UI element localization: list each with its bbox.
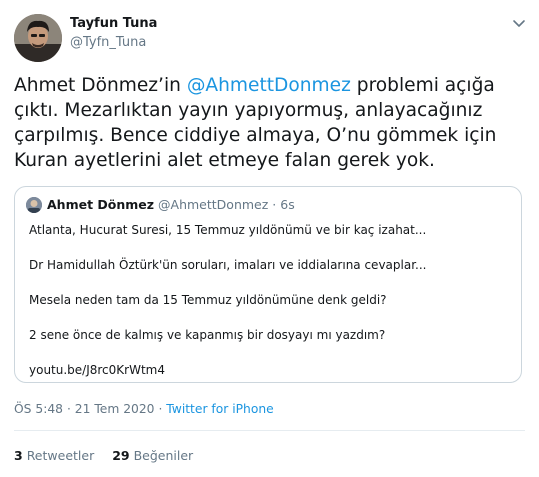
quoted-line-1: Atlanta, Hucurat Suresi, 15 Temmuz yıldö… [29, 223, 427, 237]
tweet-date[interactable]: 21 Tem 2020 [75, 402, 155, 416]
quoted-author-handle: @AhmettDonmez [158, 197, 269, 212]
mention-link[interactable]: @AhmettDonmez [187, 75, 351, 96]
tweet-meta: ÖS 5:48 · 21 Tem 2020 · Twitter for iPho… [14, 402, 274, 416]
retweets-count: 3 [14, 448, 23, 463]
tweet-source[interactable]: Twitter for iPhone [166, 402, 273, 416]
likes-stat[interactable]: 29 Beğeniler [112, 448, 193, 463]
quoted-separator: · [272, 197, 277, 212]
retweets-label: Retweetler [26, 448, 95, 463]
quoted-header: Ahmet Dönmez @AhmettDonmez · 6s [47, 197, 295, 212]
quoted-line-4: 2 sene önce de kalmış ve kapanmış bir do… [29, 328, 386, 342]
author-handle[interactable]: @Tyfn_Tuna [70, 35, 146, 50]
source-separator: · [158, 402, 163, 416]
retweets-stat[interactable]: 3 Retweetler [14, 448, 94, 463]
tweet: Tayfun Tuna @Tyfn_Tuna Ahmet Dönmez’in @… [0, 0, 539, 477]
tweet-text-part1: Ahmet Dönmez’in [14, 75, 187, 96]
likes-label: Beğeniler [133, 448, 194, 463]
quoted-tweet[interactable]: Ahmet Dönmez @AhmettDonmez · 6s Atlanta,… [14, 186, 522, 383]
chevron-down-icon[interactable] [510, 14, 528, 32]
likes-count: 29 [112, 448, 130, 463]
quoted-avatar [26, 197, 42, 213]
tweet-text: Ahmet Dönmez’in @AhmettDonmez problemi a… [14, 73, 524, 173]
author-name[interactable]: Tayfun Tuna [70, 16, 157, 31]
tweet-time[interactable]: ÖS 5:48 [14, 402, 63, 416]
meta-separator: · [66, 402, 71, 416]
quoted-line-2: Dr Hamidullah Öztürk'ün soruları, imalar… [29, 258, 427, 272]
quoted-author-name: Ahmet Dönmez [47, 197, 155, 212]
quoted-link[interactable]: youtu.be/J8rc0KrWtm4 [29, 363, 165, 377]
author-avatar[interactable] [14, 14, 62, 62]
quoted-time: 6s [280, 197, 295, 212]
quoted-line-3: Mesela neden tam da 15 Temmuz yıldönümün… [29, 293, 387, 307]
divider [14, 430, 525, 431]
tweet-stats: 3 Retweetler 29 Beğeniler [14, 448, 207, 463]
